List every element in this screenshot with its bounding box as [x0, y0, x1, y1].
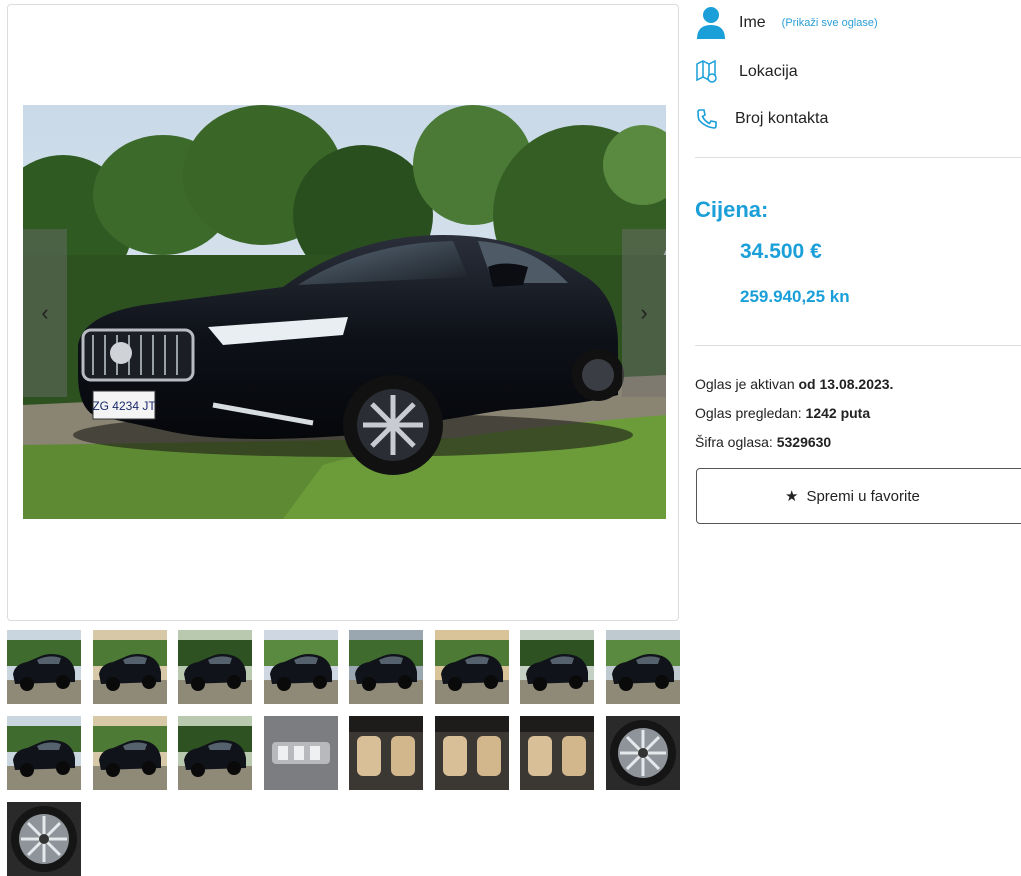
divider — [695, 157, 1021, 158]
gallery-thumbnail[interactable] — [93, 630, 167, 704]
show-all-ads-link[interactable]: (Prikaži sve oglase) — [782, 17, 878, 29]
price-label: Cijena: — [695, 197, 769, 222]
gallery-thumbnail[interactable] — [178, 630, 252, 704]
gallery-thumbnail[interactable] — [264, 630, 338, 704]
star-icon: ★ — [785, 488, 799, 505]
gallery-thumbnail[interactable] — [93, 716, 167, 790]
gallery-thumbnail[interactable] — [349, 630, 423, 704]
ad-code: Šifra oglasa: 5329630 — [695, 434, 832, 450]
license-plate: ZG 4234 JT — [92, 399, 156, 413]
gallery-thumbnail[interactable] — [520, 630, 594, 704]
save-to-favorites-button[interactable]: ★ Spremi u favorite — [696, 468, 1021, 524]
gallery-thumbnail[interactable] — [7, 802, 81, 876]
gallery-thumbnail[interactable] — [606, 716, 680, 790]
location-label: Lokacija — [739, 63, 798, 80]
gallery-thumbnail[interactable] — [178, 716, 252, 790]
phone-label[interactable]: Broj kontakta — [735, 110, 828, 128]
gallery-next-button[interactable]: › — [622, 229, 666, 397]
price-eur: 34.500 € — [740, 240, 822, 263]
save-to-favorites-label: Spremi u favorite — [806, 487, 920, 505]
gallery-thumbnail[interactable] — [435, 630, 509, 704]
ad-active-date: Oglas je aktivan od 13.08.2023. — [695, 376, 894, 392]
gallery-thumbnail[interactable] — [7, 716, 81, 790]
price-kn: 259.940,25 kn — [740, 287, 850, 306]
gallery-prev-button[interactable]: ‹ — [23, 229, 67, 397]
gallery-thumbnail[interactable] — [264, 716, 338, 790]
phone-icon — [695, 107, 727, 131]
ad-view-count: Oglas pregledan: 1242 puta — [695, 405, 871, 421]
photo-gallery: ZG 4234 JT ‹ › — [7, 4, 679, 621]
gallery-thumbnail[interactable] — [606, 630, 680, 704]
gallery-thumbnail[interactable] — [7, 630, 81, 704]
location-row: Lokacija — [695, 59, 798, 85]
gallery-thumbnail[interactable] — [349, 716, 423, 790]
user-icon — [695, 6, 727, 40]
map-pin-icon — [695, 59, 727, 85]
phone-row: Broj kontakta — [695, 107, 828, 131]
seller-name-row: Ime (Prikaži sve oglase) — [695, 6, 878, 40]
gallery-thumbnail[interactable] — [520, 716, 594, 790]
seller-name: Ime — [739, 14, 766, 31]
gallery-thumbnail[interactable] — [435, 716, 509, 790]
main-photo[interactable]: ZG 4234 JT — [23, 105, 666, 519]
divider — [695, 345, 1021, 346]
